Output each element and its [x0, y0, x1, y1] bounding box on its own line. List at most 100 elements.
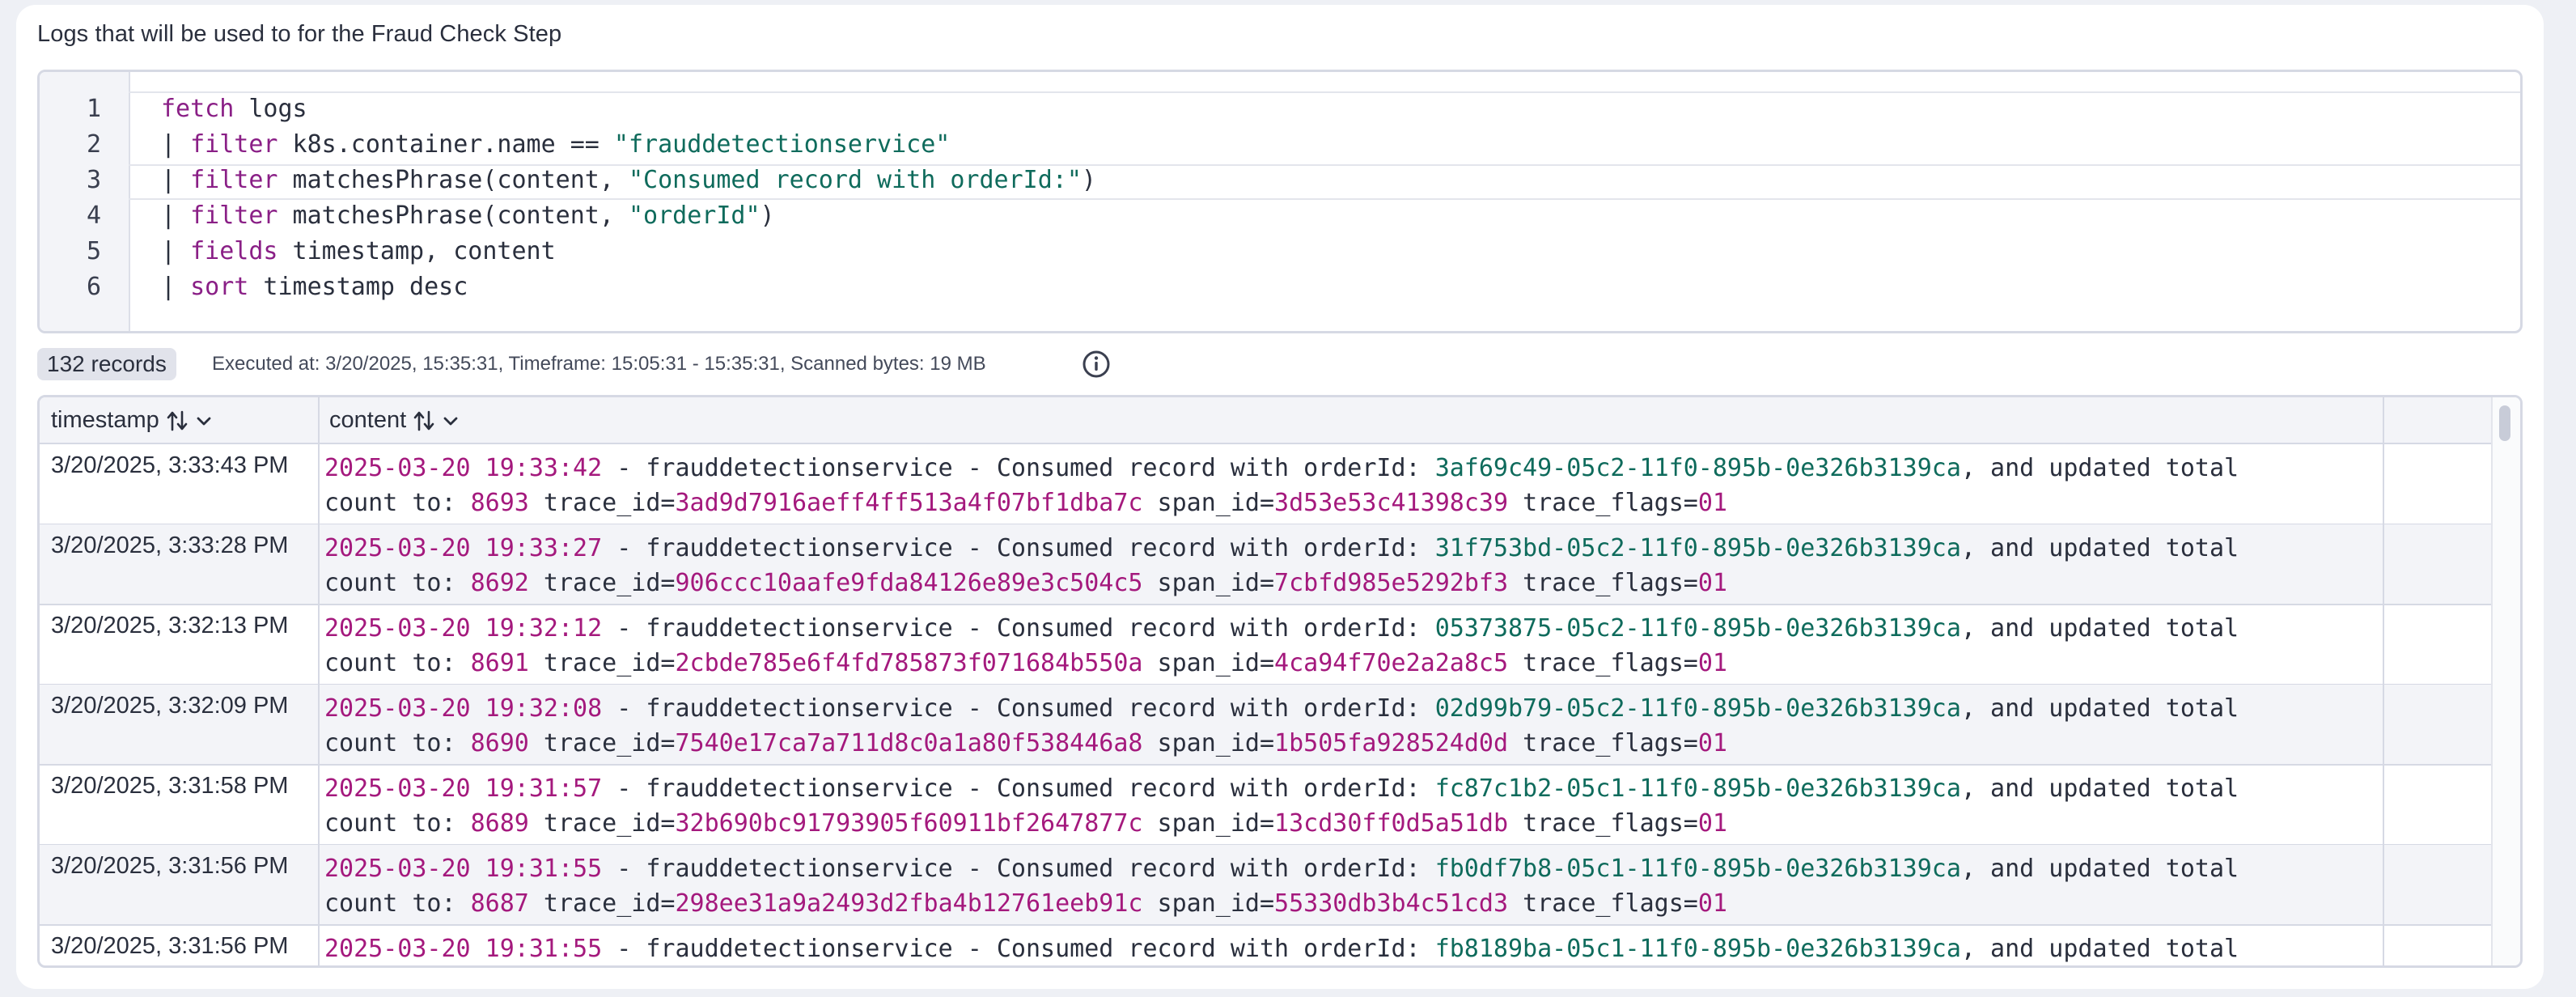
line-number: 3 [86, 166, 101, 194]
span-id: 13cd30ff0d5a51db [1274, 809, 1509, 838]
span-id: 7cbfd985e5292bf3 [1274, 569, 1509, 597]
log-text: - frauddetectionservice - Consumed recor… [602, 694, 1435, 723]
log-text: trace_flags= [1508, 809, 1698, 838]
sort-icon[interactable] [166, 409, 189, 433]
log-text: trace_id= [528, 809, 676, 838]
query-text: timestamp, content [278, 237, 556, 265]
column-header-label: timestamp [51, 407, 159, 433]
log-text: span_id= [1142, 649, 1275, 677]
table-row[interactable]: 3/20/2025, 3:31:58 PM 2025-03-20 19:31:57… [40, 765, 2491, 846]
table-row[interactable]: 3/20/2025, 3:32:13 PM 2025-03-20 19:32:12… [40, 605, 2491, 685]
span-id: 4ca94f70e2a2a8c5 [1274, 649, 1509, 677]
timestamp-cell: 3/20/2025, 3:31:58 PM [51, 773, 289, 799]
trace-flags: 01 [1697, 569, 1727, 597]
query-line[interactable]: | filter matchesPhrase(content, "orderId… [161, 198, 775, 234]
log-text: , and updated total [1960, 694, 2239, 723]
pipe-symbol: | [161, 130, 191, 159]
log-text: - frauddetectionservice - Consumed recor… [602, 614, 1435, 643]
query-keyword: filter [190, 202, 278, 230]
chevron-down-icon[interactable] [195, 409, 213, 433]
log-text: trace_flags= [1508, 729, 1698, 757]
log-text: , and updated total [1960, 454, 2239, 482]
query-keyword: fetch [161, 95, 235, 123]
table-row[interactable]: 3/20/2025, 3:33:43 PM 2025-03-20 19:33:42… [40, 444, 2491, 525]
order-id: 02d99b79-05c2-11f0-895b-0e326b3139ca [1434, 694, 1961, 723]
query-line[interactable]: | filter k8s.container.name == "frauddet… [161, 127, 950, 163]
query-line[interactable]: | sort timestamp desc [161, 269, 468, 305]
results-table: timestamp content 3/20/2025, 3:33:43 PM 2… [37, 395, 2523, 968]
pipe-symbol: | [161, 237, 191, 265]
trace-flags: 01 [1697, 729, 1727, 757]
table-row[interactable]: 3/20/2025, 3:32:09 PM 2025-03-20 19:32:08… [40, 685, 2491, 766]
record-count: 8687 [470, 889, 529, 918]
log-text: count to: [324, 489, 471, 517]
dql-query-editor[interactable]: 1 2 3 4 5 6 fetch logs | filter k8s.cont… [37, 70, 2523, 333]
column-header-timestamp[interactable]: timestamp [51, 397, 213, 443]
log-text: , and updated total [1960, 855, 2239, 883]
query-line[interactable]: | filter matchesPhrase(content, "Consume… [161, 163, 1096, 198]
query-text: logs [234, 95, 307, 123]
trace-id: 906ccc10aafe9fda84126e89e3c504c5 [675, 569, 1143, 597]
table-row[interactable]: 3/20/2025, 3:31:56 PM 2025-03-20 19:31:55… [40, 845, 2491, 926]
column-divider[interactable] [318, 397, 320, 965]
query-string: "orderId" [628, 202, 761, 230]
column-header-content[interactable]: content [329, 397, 460, 443]
sort-icon[interactable] [413, 409, 435, 433]
log-text: span_id= [1142, 809, 1275, 838]
pipe-symbol: | [161, 202, 191, 230]
log-time: 2025-03-20 19:31:55 [324, 935, 603, 963]
log-text: - frauddetectionservice - Consumed recor… [602, 774, 1435, 803]
trace-flags: 01 [1697, 489, 1727, 517]
content-cell: 2025-03-20 19:31:57 - frauddetectionserv… [324, 771, 2239, 841]
trace-id: 7540e17ca7a711d8c0a1a80f538446a8 [675, 729, 1143, 757]
chevron-down-icon[interactable] [442, 409, 460, 433]
content-cell: 2025-03-20 19:33:27 - frauddetectionserv… [324, 531, 2239, 600]
table-row[interactable]: 3/20/2025, 3:33:28 PM 2025-03-20 19:33:27… [40, 524, 2491, 605]
table-row[interactable]: 3/20/2025, 3:31:56 PM 2025-03-20 19:31:55… [40, 925, 2491, 965]
order-id: 3af69c49-05c2-11f0-895b-0e326b3139ca [1434, 454, 1961, 482]
log-text: trace_id= [528, 489, 676, 517]
span-id: 1b505fa928524d0d [1274, 729, 1509, 757]
record-count: 8692 [470, 569, 529, 597]
vertical-scrollbar[interactable] [2491, 397, 2520, 965]
execution-info: Executed at: 3/20/2025, 15:35:31, Timefr… [212, 353, 986, 375]
line-number: 2 [86, 130, 101, 159]
line-number: 5 [86, 237, 101, 265]
query-text: matchesPhrase(content, [278, 166, 629, 194]
query-text: k8s.container.name == [278, 130, 614, 159]
column-divider[interactable] [2383, 397, 2384, 965]
timestamp-cell: 3/20/2025, 3:32:13 PM [51, 613, 289, 639]
record-count: 8690 [470, 729, 529, 757]
query-text: matchesPhrase(content, [278, 202, 629, 230]
content-cell: 2025-03-20 19:32:12 - frauddetectionserv… [324, 611, 2239, 681]
log-time: 2025-03-20 19:31:57 [324, 774, 603, 803]
line-number: 4 [86, 202, 101, 230]
log-text: trace_id= [528, 649, 676, 677]
table-header: timestamp content [40, 397, 2491, 444]
span-id: 55330db3b4c51cd3 [1274, 889, 1509, 918]
query-text: timestamp desc [248, 273, 468, 301]
query-text: ) [1081, 166, 1096, 194]
trace-flags: 01 [1697, 889, 1727, 918]
query-line[interactable]: | fields timestamp, content [161, 234, 556, 269]
query-keyword: filter [190, 130, 278, 159]
records-count-badge: 132 records [37, 348, 176, 380]
log-text: count to: [324, 889, 471, 918]
log-text: - frauddetectionservice - Consumed recor… [602, 454, 1435, 482]
log-text: span_id= [1142, 729, 1275, 757]
content-cell: 2025-03-20 19:31:55 - frauddetectionserv… [324, 931, 2239, 965]
log-text: , and updated total [1960, 534, 2239, 562]
query-keyword: fields [190, 237, 278, 265]
log-time: 2025-03-20 19:31:55 [324, 855, 603, 883]
section-title: Logs that will be used to for the Fraud … [37, 21, 562, 47]
log-time: 2025-03-20 19:33:42 [324, 454, 603, 482]
column-header-label: content [329, 407, 407, 433]
log-text: trace_flags= [1508, 889, 1698, 918]
log-text: - frauddetectionservice - Consumed recor… [602, 534, 1435, 562]
info-circle-icon[interactable] [1082, 350, 1111, 379]
log-text: span_id= [1142, 889, 1275, 918]
pipe-symbol: | [161, 273, 191, 301]
scrollbar-thumb[interactable] [2499, 405, 2510, 441]
order-id: fb0df7b8-05c1-11f0-895b-0e326b3139ca [1434, 855, 1961, 883]
query-line[interactable]: fetch logs [161, 91, 307, 127]
